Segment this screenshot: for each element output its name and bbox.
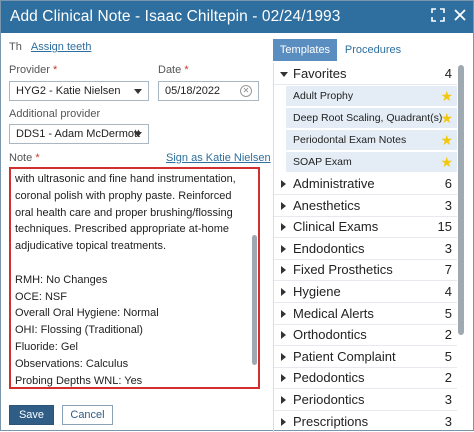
chevron-right-icon	[281, 396, 286, 404]
favorite-template-item[interactable]: Adult Prophy ★	[286, 86, 457, 107]
date-value: 05/18/2022	[165, 85, 221, 97]
template-name: Deep Root Scaling, Quadrant(s)	[293, 112, 443, 124]
star-icon[interactable]: ★	[440, 132, 453, 148]
category-count: 5	[444, 348, 452, 364]
chevron-right-icon	[281, 223, 286, 232]
category-name: Administrative	[293, 176, 375, 191]
star-icon[interactable]: ★	[440, 88, 453, 104]
chevron-right-icon	[281, 180, 286, 188]
chevron-down-icon	[134, 89, 142, 94]
teeth-row: Th Assign teeth	[9, 41, 91, 53]
favorite-template-item[interactable]: SOAP Exam ★	[286, 152, 457, 173]
category-row[interactable]: Pedodontics 2	[274, 367, 457, 390]
additional-provider-select[interactable]: DDS1 - Adam McDermott	[9, 124, 149, 144]
category-row[interactable]: Prescriptions 3	[274, 411, 457, 432]
category-count: 3	[444, 392, 452, 407]
category-count: 4	[444, 66, 452, 81]
chevron-down-icon	[134, 132, 142, 137]
star-icon[interactable]: ★	[440, 154, 453, 170]
chevron-down-icon	[280, 72, 288, 77]
category-name: Orthodontics	[293, 327, 367, 343]
category-name: Pedodontics	[293, 370, 365, 386]
chevron-right-icon	[281, 201, 286, 210]
category-name: Patient Complaint	[293, 348, 396, 364]
clear-icon[interactable]: ✕	[240, 85, 252, 97]
category-count: 3	[444, 413, 452, 429]
category-count: 15	[437, 219, 452, 235]
date-label: Date *	[158, 64, 189, 76]
category-name: Prescriptions	[293, 413, 369, 429]
chevron-right-icon	[281, 288, 286, 296]
category-row[interactable]: Administrative 6	[274, 173, 457, 195]
category-row[interactable]: Patient Complaint 5	[274, 346, 457, 368]
category-row[interactable]: Endodontics 3	[274, 238, 457, 260]
category-favorites[interactable]: Favorites 4	[274, 63, 457, 85]
category-name: Fixed Prosthetics	[293, 262, 393, 278]
chevron-right-icon	[281, 309, 286, 318]
close-icon[interactable]	[453, 8, 469, 24]
date-field[interactable]: 05/18/2022 ✕	[158, 81, 259, 101]
tab-templates[interactable]: Templates	[273, 39, 337, 61]
template-name: Adult Prophy	[293, 90, 354, 102]
chevron-right-icon	[281, 244, 286, 253]
sign-as-link[interactable]: Sign as Katie Nielsen	[166, 152, 271, 164]
save-button[interactable]: Save	[9, 405, 54, 425]
category-count: 2	[444, 370, 452, 386]
provider-value: HYG2 - Katie Nielsen	[16, 85, 121, 97]
category-name: Anesthetics	[293, 197, 361, 213]
tree-scrollbar[interactable]	[458, 65, 464, 335]
category-row[interactable]: Periodontics 3	[274, 389, 457, 411]
category-count: 4	[444, 284, 452, 299]
category-count: 3	[444, 197, 452, 213]
template-tabs: Templates Procedures	[273, 39, 463, 61]
category-count: 7	[444, 262, 452, 278]
template-name: SOAP Exam	[293, 156, 352, 168]
category-row[interactable]: Orthodontics 2	[274, 324, 457, 347]
additional-provider-value: DDS1 - Adam McDermott	[16, 128, 141, 140]
assign-teeth-link[interactable]: Assign teeth	[31, 41, 92, 53]
category-name: Hygiene	[293, 284, 341, 299]
category-name: Medical Alerts	[293, 305, 374, 321]
category-row[interactable]: Medical Alerts 5	[274, 303, 457, 325]
tab-procedures[interactable]: Procedures	[339, 39, 407, 61]
category-name: Endodontics	[293, 240, 365, 256]
chevron-right-icon	[281, 266, 286, 275]
provider-select[interactable]: HYG2 - Katie Nielsen	[9, 81, 149, 101]
category-count: 2	[444, 327, 452, 343]
chevron-right-icon	[281, 331, 286, 340]
chevron-right-icon	[281, 417, 286, 426]
template-tree: Favorites 4 Adult Prophy ★ Deep Root Sca…	[273, 63, 457, 432]
favorite-template-item[interactable]: Deep Root Scaling, Quadrant(s) ★	[286, 108, 457, 129]
chevron-right-icon	[281, 374, 286, 383]
category-count: 6	[444, 176, 452, 191]
expand-icon[interactable]	[431, 8, 447, 24]
category-name: Favorites	[293, 66, 347, 81]
category-row[interactable]: Hygiene 4	[274, 281, 457, 303]
additional-provider-label: Additional provider	[9, 108, 101, 120]
cancel-button[interactable]: Cancel	[62, 405, 113, 425]
template-name: Periodontal Exam Notes	[293, 134, 407, 146]
category-count: 5	[444, 305, 452, 321]
chevron-right-icon	[281, 352, 286, 361]
provider-label: Provider *	[9, 64, 58, 76]
category-row[interactable]: Clinical Exams 15	[274, 216, 457, 239]
favorite-template-item[interactable]: Periodontal Exam Notes ★	[286, 130, 457, 151]
title-bar: Add Clinical Note - Isaac Chiltepin - 02…	[1, 1, 473, 33]
category-name: Periodontics	[293, 392, 365, 407]
category-count: 3	[444, 240, 452, 256]
note-textarea[interactable]: with ultrasonic and fine hand instrument…	[9, 167, 260, 389]
category-row[interactable]: Anesthetics 3	[274, 195, 457, 217]
clinical-note-dialog: Add Clinical Note - Isaac Chiltepin - 02…	[0, 0, 474, 432]
teeth-label: Th	[9, 41, 22, 53]
note-scrollbar[interactable]	[252, 235, 257, 365]
category-name: Clinical Exams	[293, 219, 379, 235]
star-icon[interactable]: ★	[440, 110, 453, 126]
note-label: Note *	[9, 152, 40, 164]
dialog-title: Add Clinical Note - Isaac Chiltepin - 02…	[10, 8, 341, 25]
category-row[interactable]: Fixed Prosthetics 7	[274, 259, 457, 282]
note-text: with ultrasonic and fine hand instrument…	[15, 173, 236, 387]
